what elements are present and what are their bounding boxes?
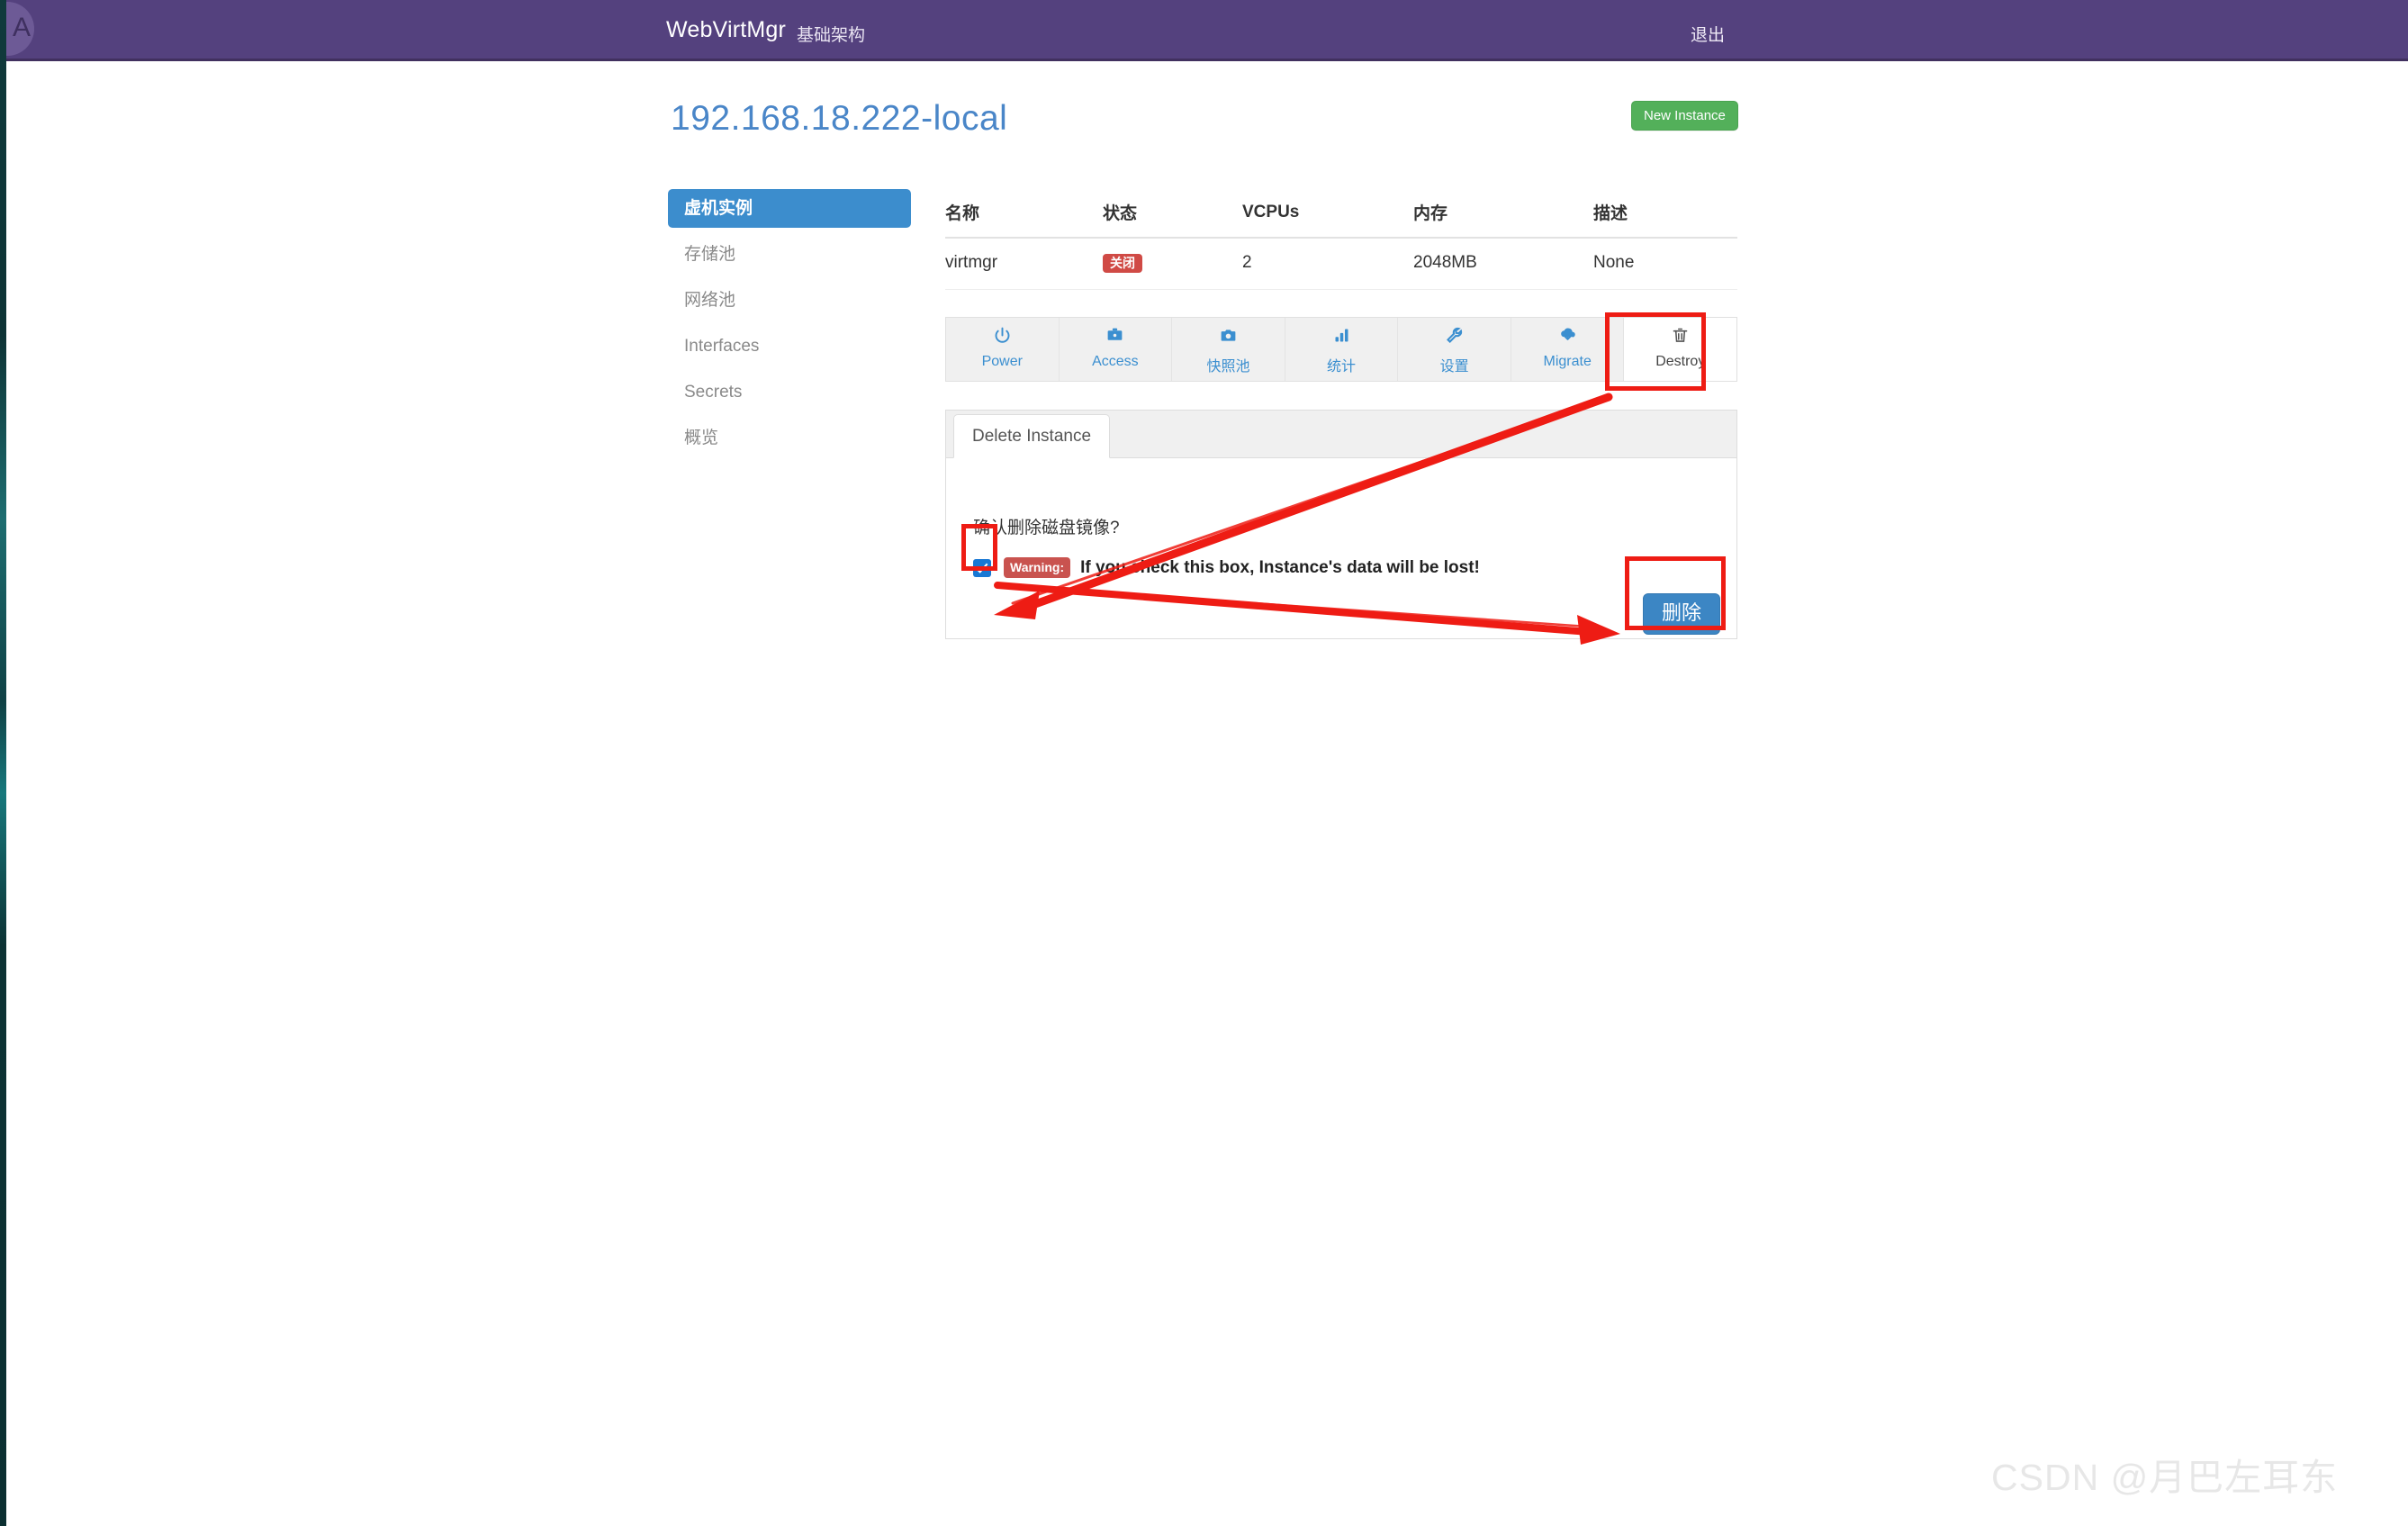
tab-delete-instance[interactable]: Delete Instance: [953, 414, 1111, 458]
action-tab-access[interactable]: Access: [1060, 318, 1173, 381]
action-tab-access-label: Access: [1092, 354, 1139, 369]
warning-badge: Warning:: [1004, 557, 1071, 578]
instances-table: 名称 状态 VCPUs 内存 描述 virtmgr 关闭 2 2048MB No…: [945, 189, 1737, 290]
action-tab-migrate[interactable]: Migrate: [1511, 318, 1625, 381]
column-header-memory: 内存: [1413, 189, 1593, 239]
nav-link-infrastructure[interactable]: 基础架构: [797, 22, 865, 46]
power-icon: [946, 326, 1059, 349]
panel-body: 确认删除磁盘镜像? Warning: If you check this box…: [946, 458, 1736, 638]
column-header-vcpus: VCPUs: [1242, 189, 1413, 239]
action-tab-snapshots[interactable]: 快照池: [1172, 318, 1285, 381]
sidebar-item-secrets[interactable]: Secrets: [668, 373, 911, 411]
column-header-state: 状态: [1103, 189, 1242, 239]
new-instance-button[interactable]: New Instance: [1631, 101, 1738, 131]
action-tab-power[interactable]: Power: [946, 318, 1060, 381]
status-badge: 关闭: [1103, 254, 1142, 273]
delete-instance-panel: Delete Instance 确认删除磁盘镜像? Warning: If yo…: [945, 410, 1737, 639]
action-tab-migrate-label: Migrate: [1543, 354, 1592, 369]
delete-disk-checkbox[interactable]: [973, 558, 991, 577]
cell-instance-state: 关闭: [1103, 238, 1242, 290]
sidebar-item-network[interactable]: 网络池: [668, 281, 911, 320]
table-row[interactable]: virtmgr 关闭 2 2048MB None: [945, 238, 1737, 290]
instance-action-bar: Power Access 快照池 统计 设置 Migrate Destroy: [945, 317, 1737, 382]
migrate-icon: [1511, 326, 1624, 349]
cell-instance-name[interactable]: virtmgr: [945, 238, 1103, 290]
sidebar-item-overview[interactable]: 概览: [668, 419, 911, 457]
warning-message: If you check this box, Instance's data w…: [1080, 557, 1480, 577]
column-header-description: 描述: [1593, 189, 1737, 239]
chart-icon: [1285, 326, 1398, 349]
sidebar-item-storage[interactable]: 存储池: [668, 235, 911, 274]
cell-instance-vcpus: 2: [1242, 238, 1413, 290]
sidebar-item-instances[interactable]: 虚机实例: [668, 189, 911, 228]
console-icon: [1060, 326, 1172, 349]
confirm-delete-disk-text: 确认删除磁盘镜像?: [973, 519, 1120, 537]
brand-logo[interactable]: WebVirtMgr: [666, 17, 786, 43]
top-navbar: WebVirtMgr 基础架构 退出: [0, 0, 2408, 61]
cell-instance-description: None: [1593, 238, 1737, 290]
action-tab-snapshots-label: 快照池: [1206, 359, 1250, 375]
column-header-name: 名称: [945, 189, 1103, 239]
sidebar-item-interfaces[interactable]: Interfaces: [668, 327, 911, 366]
action-tab-stats[interactable]: 统计: [1285, 318, 1399, 381]
panel-tab-strip: Delete Instance: [946, 411, 1736, 458]
table-header-row: 名称 状态 VCPUs 内存 描述: [945, 189, 1737, 239]
action-tab-settings[interactable]: 设置: [1398, 318, 1511, 381]
action-tab-destroy[interactable]: Destroy: [1624, 318, 1737, 381]
delete-disk-checkbox-row: Warning: If you check this box, Instance…: [973, 557, 1480, 578]
action-tab-stats-label: 统计: [1327, 359, 1357, 375]
cell-instance-memory: 2048MB: [1413, 238, 1593, 290]
nav-link-logout[interactable]: 退出: [1691, 22, 1725, 46]
csdn-watermark: CSDN @月巴左耳东: [1991, 1457, 2339, 1498]
action-tab-settings-label: 设置: [1439, 359, 1469, 375]
wrench-icon: [1398, 326, 1511, 349]
trash-icon: [1624, 326, 1736, 349]
delete-button[interactable]: 删除: [1642, 593, 1720, 635]
action-tab-destroy-label: Destroy: [1655, 354, 1706, 369]
camera-icon: [1172, 326, 1285, 349]
page-title: 192.168.18.222-local: [671, 99, 1008, 138]
sidebar-nav: 虚机实例 存储池 网络池 Interfaces Secrets 概览: [668, 189, 911, 457]
action-tab-power-label: Power: [981, 354, 1023, 369]
left-edge-rail: [0, 0, 6, 1526]
